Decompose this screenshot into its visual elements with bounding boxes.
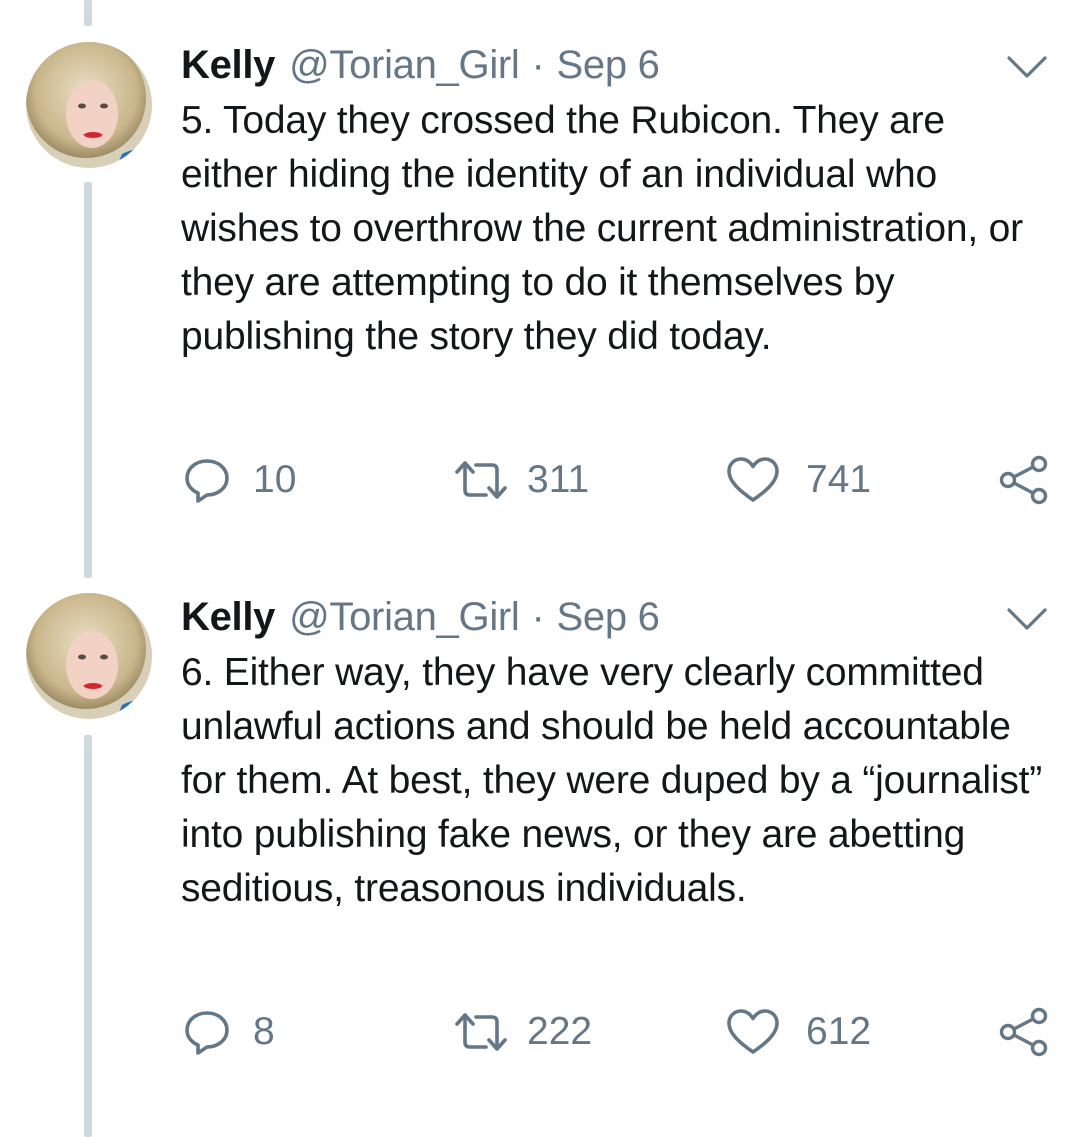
tweet-text: 5. Today they crossed the Rubicon. They …	[181, 99, 1034, 358]
retweet-icon	[453, 458, 509, 502]
thread-line-bottom	[84, 735, 92, 1137]
separator-dot: ·	[531, 43, 545, 87]
separator-dot: ·	[531, 595, 545, 639]
avatar[interactable]	[26, 42, 152, 168]
reply-icon	[183, 456, 231, 504]
tweet-text: 6. Either way, they have very clearly co…	[181, 651, 1053, 910]
like-count: 612	[806, 1010, 872, 1053]
reply-button[interactable]: 8	[183, 1004, 275, 1060]
chevron-down-icon[interactable]	[1006, 604, 1048, 634]
user-handle[interactable]: @Torian_Girl	[289, 40, 520, 90]
retweet-count: 222	[527, 1010, 593, 1053]
retweet-icon	[453, 1010, 509, 1054]
tweet-actions: 8 222 612	[183, 1004, 1056, 1060]
chevron-down-icon[interactable]	[1006, 52, 1048, 82]
tweet-thread: Kelly @Torian_Girl · Sep 6 5. Today they…	[0, 0, 1076, 1137]
tweet-header: Kelly @Torian_Girl · Sep 6	[181, 40, 1048, 90]
share-button[interactable]	[998, 452, 1050, 508]
user-handle[interactable]: @Torian_Girl	[289, 592, 520, 642]
share-button[interactable]	[998, 1004, 1050, 1060]
reply-count: 8	[253, 1010, 275, 1053]
display-name[interactable]: Kelly	[181, 592, 275, 642]
heart-icon	[726, 456, 780, 504]
thread-line-top	[84, 0, 92, 26]
reply-button[interactable]: 10	[183, 452, 296, 508]
like-count: 741	[806, 458, 872, 501]
reply-icon	[183, 1008, 231, 1056]
tweet-actions: 10 311 741	[183, 452, 1056, 508]
share-icon	[998, 454, 1050, 506]
tweet-date[interactable]: Sep 6	[557, 592, 660, 642]
avatar[interactable]	[26, 593, 152, 719]
like-button[interactable]: 612	[726, 1004, 871, 1060]
retweet-button[interactable]: 311	[453, 452, 589, 508]
retweet-button[interactable]: 222	[453, 1004, 592, 1060]
share-icon	[998, 1006, 1050, 1058]
reply-count: 10	[253, 458, 297, 501]
retweet-count: 311	[527, 458, 590, 501]
tweet-date[interactable]: Sep 6	[557, 40, 660, 90]
like-button[interactable]: 741	[726, 452, 871, 508]
thread-line-middle	[84, 182, 92, 578]
display-name[interactable]: Kelly	[181, 40, 275, 90]
heart-icon	[726, 1008, 780, 1056]
tweet-header: Kelly @Torian_Girl · Sep 6	[181, 592, 1048, 642]
